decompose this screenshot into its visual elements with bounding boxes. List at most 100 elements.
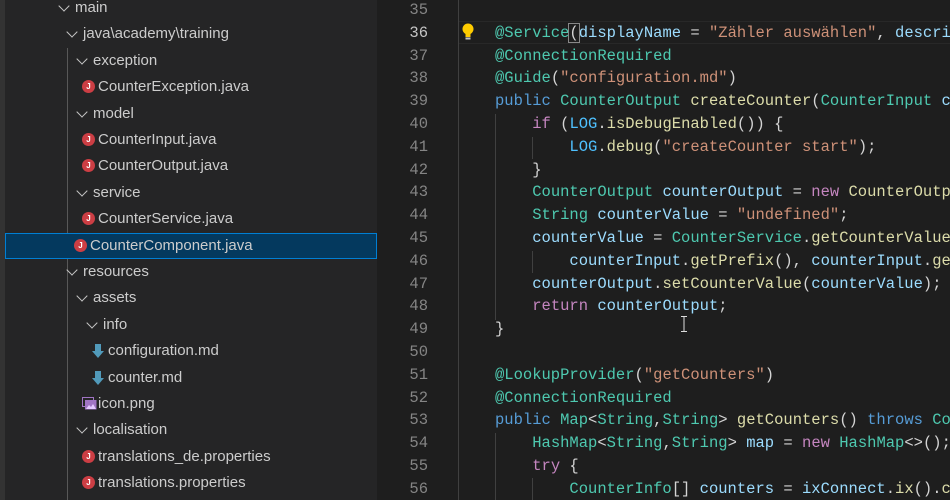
folder-item[interactable]: localisation [5,417,377,443]
file-item[interactable]: icon.png [5,391,377,417]
code-token: , [876,23,896,42]
code-line[interactable]: @ConnectionRequired [495,387,672,410]
code-token: String [671,434,728,453]
chevron-down-icon[interactable] [66,264,78,276]
code-line[interactable]: } [495,318,504,341]
chevron-down-icon[interactable] [76,53,88,65]
code-line[interactable]: return counterOutput; [495,295,727,318]
file-item[interactable]: J CounterComponent.java [5,232,377,259]
code-token: counterValue [811,274,923,293]
line-number: 43 [409,183,428,202]
code-line[interactable]: CounterOutput counterOutput = new Counte… [495,181,950,204]
line-number: 56 [409,479,428,498]
file-item[interactable]: Jtranslations.properties [5,470,377,496]
code-line[interactable]: @ConnectionRequired [495,45,672,68]
code-token: map [746,434,775,453]
file-item[interactable]: Jtranslations_de.properties [5,444,377,470]
code-line[interactable]: counterInput.getPrefix(), counterInput.g… [495,250,950,273]
folder-item[interactable]: main [5,0,377,21]
chevron-down-icon[interactable] [76,105,88,118]
code-token: setCounterValue [662,274,802,293]
tree-item-label: CounterInput.java [98,131,217,148]
code-line[interactable]: counterValue = CounterService.getCounter… [495,227,950,250]
folder-item[interactable]: model [5,101,377,127]
line-number: 44 [409,206,428,225]
code-line[interactable]: if (LOG.isDebugEnabled()) { [495,113,783,136]
line-number: 35 [409,1,428,19]
code-token: String [532,206,598,225]
tree-item-label: service [93,183,141,201]
code-line[interactable]: @LookupProvider("getCounters") [495,364,774,387]
tree-item-label: counter.md [108,368,183,386]
file-item[interactable]: J CounterService.java [5,206,377,232]
code-token: (). [913,479,942,498]
code-token: = [774,434,803,453]
code-line[interactable]: HashMap<String,String> map = new HashMap… [495,432,950,455]
folder-item[interactable]: info [5,312,377,338]
java-file-icon: J [82,476,95,490]
code-token: "configuration.md" [560,69,728,88]
code-token: , [662,434,672,453]
code-token: Cou [932,411,950,430]
image-file-icon [82,397,97,410]
line-number: 54 [409,434,428,453]
code-token: isDebugEnabled [606,115,737,133]
code-token: getCounterValue [811,229,950,247]
code-token: counterValue [597,206,709,225]
code-token: @Guide [495,69,551,88]
code-token: > [727,434,747,453]
code-token: = [708,206,737,225]
code-line[interactable]: CounterInfo[] counters = ixConnect.ix().… [495,478,950,500]
chevron-down-icon[interactable] [76,290,88,303]
file-item[interactable]: J CounterException.java [5,74,377,100]
code-token: String [662,411,719,430]
chevron-down-icon[interactable] [58,0,70,12]
chevron-down-icon[interactable] [76,422,88,435]
lightbulb-icon[interactable] [462,23,474,41]
code-line[interactable]: @Guide("configuration.md") [495,67,737,90]
tree-item-label: icon.png [98,395,155,412]
code-token: CounterInfo [569,479,672,498]
folder-item[interactable]: resources [5,259,377,285]
code-token: ) [764,365,775,384]
folder-item[interactable]: service [5,180,377,206]
code-token: counterValue [532,229,644,247]
code-token: > [718,411,737,430]
folder-item[interactable]: java\academy\training [5,21,377,47]
code-token: counterOutput [532,274,654,293]
file-item[interactable]: configuration.md [5,338,377,364]
code-token: new [811,183,849,202]
code-token: "getCounters" [643,365,765,384]
code-line[interactable]: public CounterOutput createCounter(Count… [495,90,950,113]
code-token: = [681,23,709,42]
file-item[interactable]: counter.md [5,365,377,391]
code-editor[interactable]: 35 36 @Service(displayName = "Zähler auswä… [378,0,950,500]
chevron-down-icon[interactable] [86,317,98,329]
file-item[interactable]: J CounterInput.java [5,127,377,153]
code-line[interactable]: LOG.debug("createCounter start"); [495,136,876,159]
code-line[interactable]: try { [495,455,579,478]
chevron-down-icon[interactable] [76,185,88,197]
file-item[interactable]: J CounterOutput.java [5,153,377,179]
code-line[interactable]: String counterValue = "undefined"; [495,204,848,227]
markdown-file-icon [92,344,104,359]
code-token: ()) { [736,115,784,133]
code-line[interactable]: @Service(displayName = "Zähler auswählen… [495,22,950,45]
folder-item[interactable]: assets [5,285,377,311]
code-line[interactable]: counterOutput.setCounterValue(counterVal… [495,273,942,296]
code-line[interactable]: public Map<String,String> getCounters() … [495,409,950,432]
code-token: throws [867,411,933,430]
code-token: ); [922,274,942,293]
folder-item[interactable]: exception [5,48,377,74]
tree-item-label: CounterService.java [98,210,234,228]
code-token: counters [699,479,775,498]
code-token: cl [941,479,950,498]
code-token: @ConnectionRequired [495,388,672,407]
code-line[interactable]: } [495,159,541,182]
line-number: 45 [409,229,428,247]
chevron-down-icon[interactable] [66,26,78,39]
